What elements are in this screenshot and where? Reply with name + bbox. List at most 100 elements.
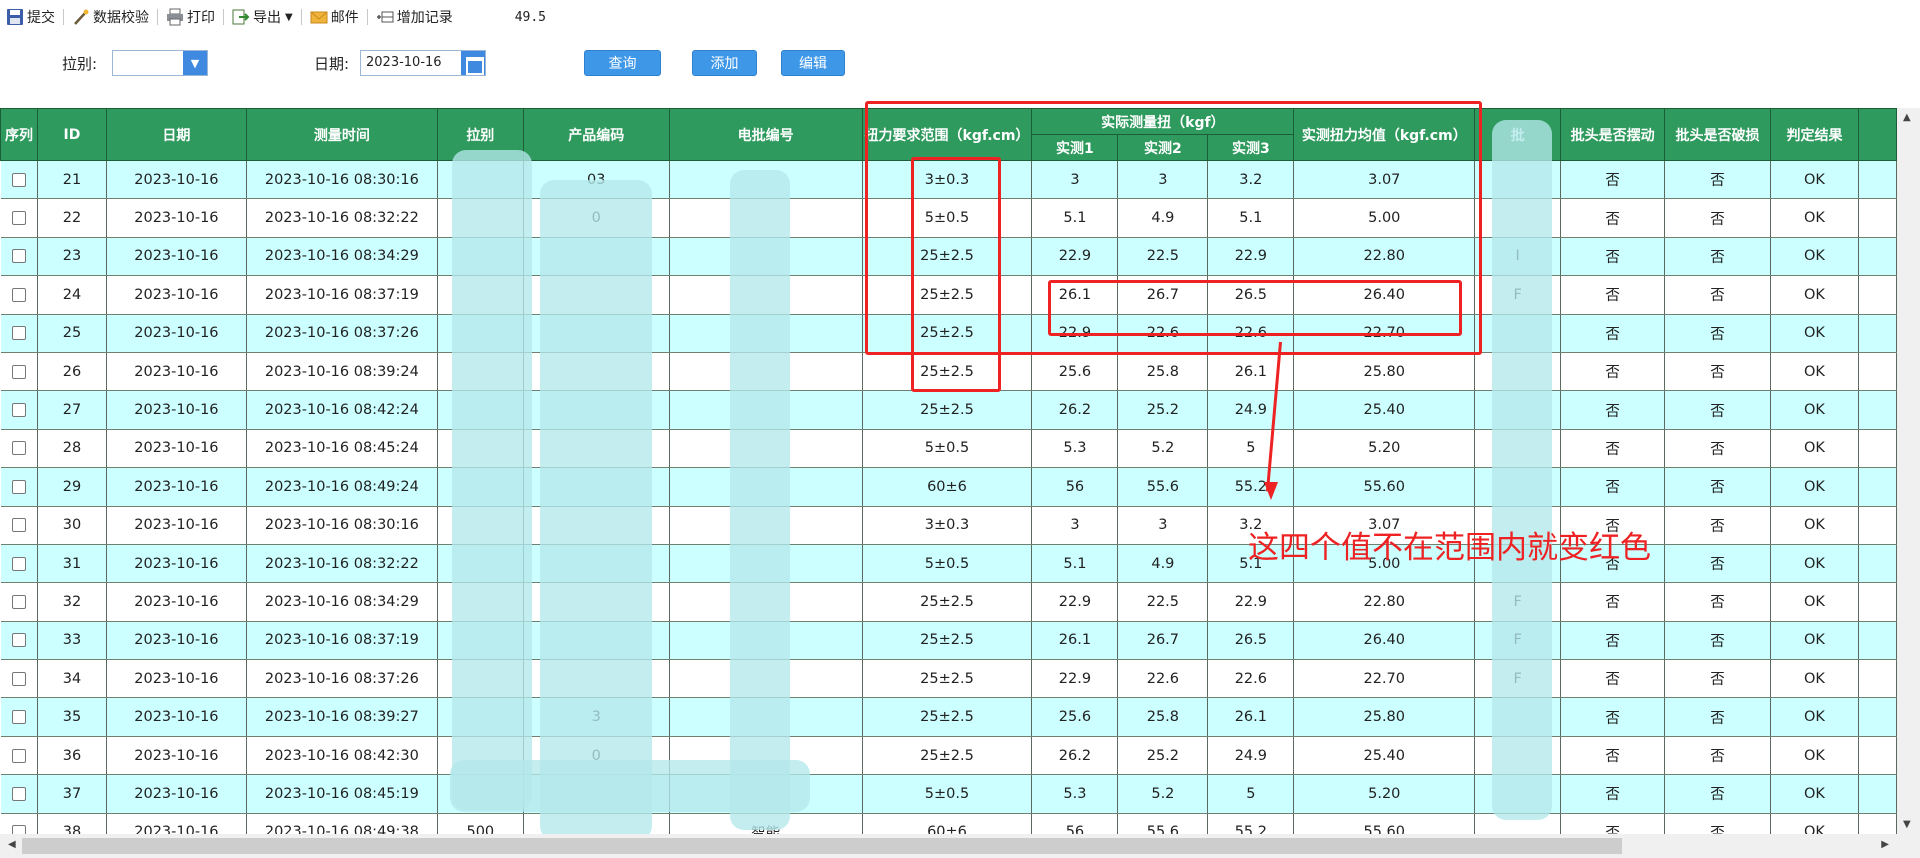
- cell-swing[interactable]: 否: [1560, 813, 1666, 834]
- cell-avg[interactable]: 55.60: [1293, 467, 1476, 507]
- cell-id[interactable]: 35: [37, 697, 107, 737]
- cell-swing[interactable]: 否: [1560, 314, 1666, 353]
- add-record-button[interactable]: 增加记录: [372, 5, 457, 29]
- cell-m2[interactable]: 26.7: [1117, 621, 1209, 661]
- row-select-cell[interactable]: [0, 813, 38, 834]
- cell-m3[interactable]: 55.2: [1207, 813, 1295, 834]
- table-row[interactable]: 32 2023-10-16 2023-10-16 08:34:29 25±2.5 22.…: [0, 582, 1897, 622]
- cell-range[interactable]: 5±0.5: [862, 774, 1033, 814]
- cell-time[interactable]: 2023-10-16 08:42:30: [246, 736, 438, 776]
- table-row[interactable]: 362023-10-162023-10-16 08:42:30025±2.526…: [0, 736, 1897, 776]
- row-checkbox[interactable]: [11, 710, 26, 725]
- cell-broken[interactable]: 否: [1664, 774, 1771, 814]
- cell-date[interactable]: 2023-10-16: [106, 352, 247, 392]
- cell-date[interactable]: 2023-10-16: [106, 467, 247, 507]
- row-select-cell[interactable]: [0, 390, 38, 430]
- row-checkbox[interactable]: [11, 403, 26, 418]
- cell-m2[interactable]: 4.9: [1117, 544, 1209, 584]
- cell-range[interactable]: 25±2.5: [862, 390, 1033, 430]
- row-checkbox[interactable]: [11, 172, 26, 187]
- scroll-right-icon[interactable]: ▶: [1881, 839, 1889, 850]
- cell-m3[interactable]: 24.9: [1207, 736, 1295, 776]
- export-button[interactable]: 导出 ▼: [228, 5, 297, 29]
- validate-button[interactable]: 数据校验: [68, 5, 153, 29]
- cell-time[interactable]: 2023-10-16 08:37:26: [246, 314, 438, 353]
- cell-date[interactable]: 2023-10-16: [106, 275, 247, 315]
- row-checkbox[interactable]: [11, 441, 26, 456]
- query-button[interactable]: 查询: [584, 50, 661, 76]
- cell-m3[interactable]: 24.9: [1207, 390, 1295, 430]
- cell-time[interactable]: 2023-10-16 08:45:19: [246, 774, 438, 814]
- cell-date[interactable]: 2023-10-16: [106, 314, 247, 353]
- cell-range[interactable]: 5±0.5: [862, 429, 1033, 469]
- cell-m2[interactable]: 22.6: [1117, 659, 1209, 699]
- cell-id[interactable]: 23: [37, 237, 107, 277]
- cell-m1[interactable]: 22.9: [1031, 582, 1119, 622]
- mail-button[interactable]: 邮件: [306, 5, 363, 29]
- cell-result[interactable]: OK: [1770, 352, 1859, 392]
- cell-swing[interactable]: 否: [1560, 237, 1666, 277]
- row-select-cell[interactable]: [0, 467, 38, 507]
- add-button[interactable]: 添加: [692, 50, 757, 76]
- cell-id[interactable]: 24: [37, 275, 107, 315]
- cell-swing[interactable]: 否: [1560, 429, 1666, 469]
- cell-id[interactable]: 31: [37, 544, 107, 584]
- cell-time[interactable]: 2023-10-16 08:34:29: [246, 582, 438, 622]
- cell-id[interactable]: 34: [37, 659, 107, 699]
- cell-time[interactable]: 2023-10-16 08:34:29: [246, 237, 438, 277]
- cell-result[interactable]: OK: [1770, 506, 1859, 545]
- cell-m1[interactable]: 3: [1031, 506, 1119, 545]
- edit-button[interactable]: 编辑: [781, 50, 845, 76]
- cell-range[interactable]: 60±6: [862, 467, 1033, 507]
- cell-time[interactable]: 2023-10-16 08:30:16: [246, 506, 438, 545]
- cell-broken[interactable]: 否: [1664, 160, 1771, 200]
- cell-result[interactable]: OK: [1770, 275, 1859, 315]
- cell-m1[interactable]: 22.9: [1031, 659, 1119, 699]
- cell-result[interactable]: OK: [1770, 314, 1859, 353]
- cell-m3[interactable]: 5: [1207, 429, 1295, 469]
- row-select-cell[interactable]: [0, 659, 38, 699]
- print-button[interactable]: 打印: [162, 5, 219, 29]
- row-checkbox[interactable]: [11, 594, 26, 609]
- cell-avg[interactable]: 25.40: [1293, 736, 1476, 776]
- cell-range[interactable]: 5±0.5: [862, 544, 1033, 584]
- cell-m3[interactable]: 22.6: [1207, 659, 1295, 699]
- row-checkbox[interactable]: [11, 249, 26, 264]
- cell-broken[interactable]: 否: [1664, 813, 1771, 834]
- cell-date[interactable]: 2023-10-16: [106, 697, 247, 737]
- cell-swing[interactable]: 否: [1560, 582, 1666, 622]
- cell-time[interactable]: 2023-10-16 08:37:19: [246, 275, 438, 315]
- cell-avg[interactable]: 22.80: [1293, 582, 1476, 622]
- row-select-cell[interactable]: [0, 774, 38, 814]
- cell-swing[interactable]: 否: [1560, 160, 1666, 200]
- cell-pull[interactable]: 500: [437, 813, 524, 834]
- cell-result[interactable]: OK: [1770, 582, 1859, 622]
- cell-date[interactable]: 2023-10-16: [106, 659, 247, 699]
- cell-date[interactable]: 2023-10-16: [106, 813, 247, 834]
- row-select-cell[interactable]: [0, 160, 38, 200]
- cell-result[interactable]: OK: [1770, 736, 1859, 776]
- table-row[interactable]: 352023-10-162023-10-16 08:39:27325±2.525…: [0, 697, 1897, 737]
- cell-date[interactable]: 2023-10-16: [106, 506, 247, 545]
- cell-m2[interactable]: 5.2: [1117, 774, 1209, 814]
- cell-m2[interactable]: 25.8: [1117, 352, 1209, 392]
- row-checkbox[interactable]: [11, 825, 26, 834]
- cell-date[interactable]: 2023-10-16: [106, 237, 247, 277]
- cell-time[interactable]: 2023-10-16 08:37:19: [246, 621, 438, 661]
- cell-result[interactable]: OK: [1770, 390, 1859, 430]
- cell-result[interactable]: OK: [1770, 621, 1859, 661]
- cell-range[interactable]: 25±2.5: [862, 621, 1033, 661]
- table-row[interactable]: 28 2023-10-16 2023-10-16 08:45:24 5±0.5 5.3 5…: [0, 429, 1897, 469]
- cell-m1[interactable]: 56: [1031, 813, 1119, 834]
- row-checkbox[interactable]: [11, 326, 26, 341]
- cell-range[interactable]: 25±2.5: [862, 659, 1033, 699]
- table-row[interactable]: 37 2023-10-16 2023-10-16 08:45:19 5±0.5 5.3 5…: [0, 774, 1897, 814]
- cell-avg[interactable]: 55.60: [1293, 813, 1476, 834]
- cell-avg[interactable]: 25.40: [1293, 390, 1476, 430]
- cell-id[interactable]: 38: [37, 813, 107, 834]
- cell-time[interactable]: 2023-10-16 08:49:24: [246, 467, 438, 507]
- cell-date[interactable]: 2023-10-16: [106, 736, 247, 776]
- row-checkbox[interactable]: [11, 671, 26, 686]
- cell-range[interactable]: 25±2.5: [862, 582, 1033, 622]
- cell-m3[interactable]: 5: [1207, 774, 1295, 814]
